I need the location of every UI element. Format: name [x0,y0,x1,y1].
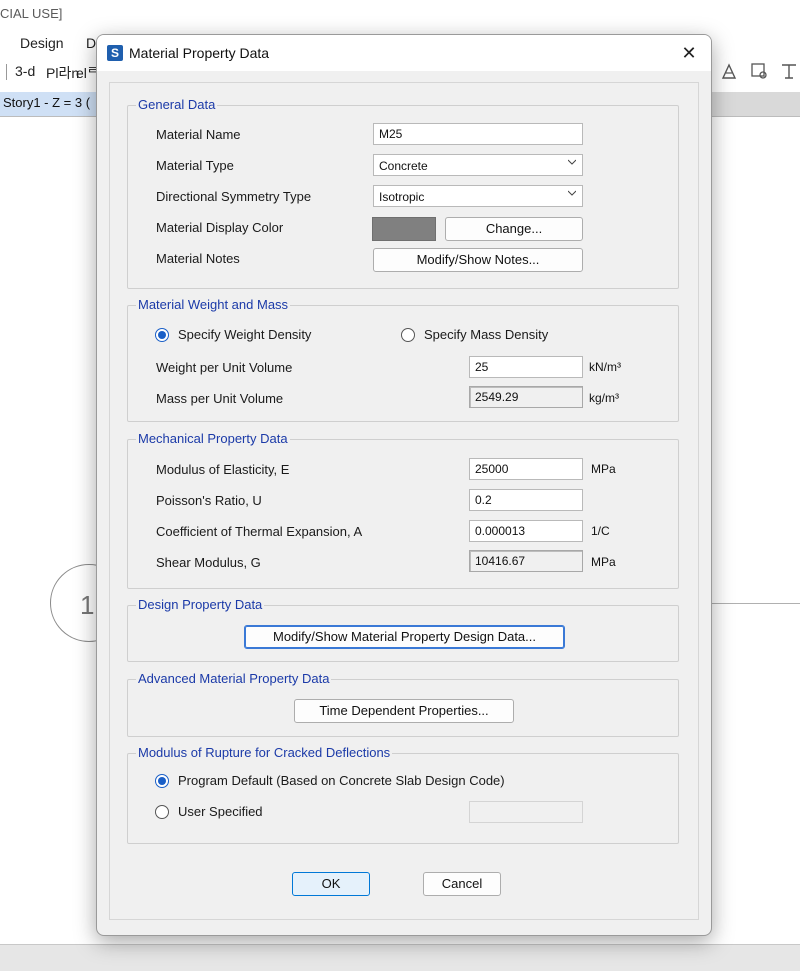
app-title-fragment: CIAL USE] [0,6,63,21]
elasticity-input[interactable]: 25000 [469,458,583,480]
menu-d[interactable]: D [86,35,96,51]
material-name-label: Material Name [156,127,241,142]
program-default-label[interactable]: Program Default (Based on Concrete Slab … [178,773,505,788]
cancel-button[interactable]: Cancel [423,872,501,896]
weight-unit: kN/m³ [589,360,621,374]
dialog-body: General Data Material Name M25 Material … [109,82,699,920]
elasticity-label: Modulus of Elasticity, E [156,462,290,477]
dialog-titlebar[interactable]: S Material Property Data ✕ [97,35,711,71]
change-color-button[interactable]: Change... [445,217,583,241]
close-button[interactable]: ✕ [675,41,703,65]
shear-modulus-label: Shear Modulus, G [156,555,261,570]
mechanical-property-title: Mechanical Property Data [136,431,290,447]
chevron-down-icon [568,190,576,196]
mass-per-volume-label: Mass per Unit Volume [156,391,284,406]
toolbar-plan-button[interactable]: Pl라n [46,63,79,83]
user-specified-label[interactable]: User Specified [178,804,263,819]
mass-unit: kg/m³ [589,391,619,405]
design-property-title: Design Property Data [136,597,265,613]
weight-per-volume-input[interactable]: 25 [469,356,583,378]
material-type-value: Concrete [379,159,428,173]
general-data-title: General Data [136,97,218,113]
user-specified-radio[interactable] [155,805,169,819]
time-dependent-button[interactable]: Time Dependent Properties... [294,699,514,723]
mass-density-radio[interactable] [401,328,415,342]
program-default-radio[interactable] [155,774,169,788]
elasticity-unit: MPa [591,462,616,476]
view-tab-story1[interactable]: Story1 - Z = 3 ( [0,92,110,116]
material-type-select[interactable]: Concrete [373,154,583,176]
advanced-property-group: Advanced Material Property Data Time Dep… [127,671,679,737]
toolbar-display-icon[interactable] [750,62,768,80]
design-property-group: Design Property Data Modify/Show Materia… [127,597,679,662]
thermal-expansion-input[interactable]: 0.000013 [469,520,583,542]
weight-density-radio[interactable] [155,328,169,342]
grid-line [700,603,800,604]
poisson-input[interactable]: 0.2 [469,489,583,511]
mass-density-label[interactable]: Specify Mass Density [424,327,548,342]
display-color-label: Material Display Color [156,220,284,235]
material-notes-label: Material Notes [156,251,240,266]
chevron-down-icon [568,159,576,165]
toolbar-3d-button[interactable]: 3-d [15,63,35,79]
weight-mass-group: Material Weight and Mass Specify Weight … [127,297,679,422]
thermal-expansion-label: Coefficient of Thermal Expansion, A [156,524,363,539]
color-swatch [372,217,436,241]
toolbar-separator [6,64,7,80]
shear-modulus-unit: MPa [591,555,616,569]
weight-per-volume-label: Weight per Unit Volume [156,360,293,375]
material-property-dialog: S Material Property Data ✕ General Data … [96,34,712,936]
general-data-group: General Data Material Name M25 Material … [127,97,679,289]
symmetry-type-value: Isotropic [379,190,425,204]
symmetry-type-select[interactable]: Isotropic [373,185,583,207]
modify-notes-button[interactable]: Modify/Show Notes... [373,248,583,272]
thermal-expansion-unit: 1/C [591,524,610,538]
mechanical-property-group: Mechanical Property Data Modulus of Elas… [127,431,679,589]
material-name-input[interactable]: M25 [373,123,583,145]
shear-modulus-field: 10416.67 [469,550,583,572]
design-data-button[interactable]: Modify/Show Material Property Design Dat… [244,625,565,649]
poisson-label: Poisson's Ratio, U [156,493,262,508]
dialog-title: Material Property Data [129,45,270,61]
ok-button[interactable]: OK [292,872,370,896]
mass-per-volume-field: 2549.29 [469,386,583,408]
status-bar [0,944,800,971]
toolbar-assign-icon[interactable] [720,62,738,80]
grid-bubble-label: 1 [80,590,95,620]
rupture-group: Modulus of Rupture for Cracked Deflectio… [127,745,679,844]
symmetry-type-label: Directional Symmetry Type [156,189,312,204]
weight-mass-title: Material Weight and Mass [136,297,291,313]
user-specified-field [469,801,583,823]
advanced-property-title: Advanced Material Property Data [136,671,332,687]
menu-design[interactable]: Design [20,35,64,51]
app-logo-icon: S [107,45,123,61]
rupture-title: Modulus of Rupture for Cracked Deflectio… [136,745,393,761]
toolbar-table-icon[interactable] [780,62,798,80]
material-type-label: Material Type [156,158,234,173]
weight-density-label[interactable]: Specify Weight Density [178,327,311,342]
